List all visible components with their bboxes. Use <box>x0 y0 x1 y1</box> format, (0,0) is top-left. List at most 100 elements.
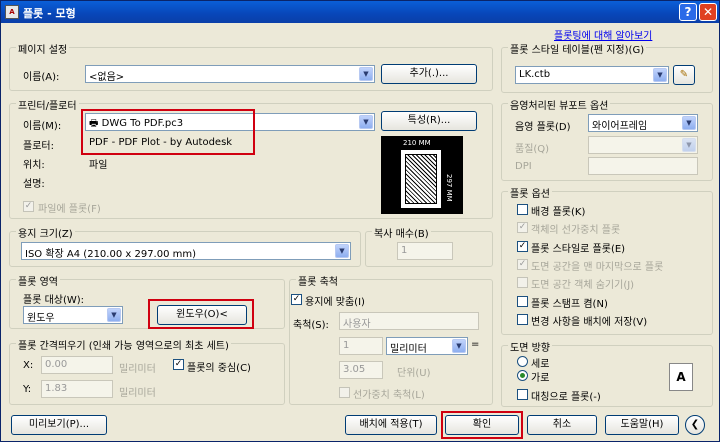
offset-x-unit: 밀리미터 <box>119 364 156 375</box>
portrait-radio[interactable] <box>517 356 528 367</box>
dialog-title: 플롯 - 모형 <box>23 7 76 20</box>
plot-style-value: LK.ctb <box>519 69 551 80</box>
offset-y-value: 1.83 <box>45 383 68 394</box>
scale-value-1[interactable]: 1 <box>339 337 383 355</box>
offset-x-input[interactable]: 0.00 <box>41 356 113 374</box>
plot-option-label: 플롯 스탬프 켬(N) <box>531 298 608 310</box>
location-label: 위치: <box>23 160 45 171</box>
cancel-button[interactable]: 취소 <box>527 415 597 435</box>
plot-option-checkbox[interactable] <box>517 313 528 325</box>
copies-title: 복사 매수(B) <box>372 225 431 240</box>
paper-size-select[interactable]: ISO 확장 A4 (210.00 x 297.00 mm) ▼ <box>21 242 351 260</box>
paper-size-value: ISO 확장 A4 (210.00 x 297.00 mm) <box>25 249 197 260</box>
orientation-title: 도면 방향 <box>508 339 552 354</box>
plot-style-title: 플롯 스타일 테이블(펜 지정)(G) <box>508 41 647 56</box>
collapse-button[interactable]: ❮ <box>685 415 705 435</box>
offset-x-label: X: <box>23 360 34 371</box>
title-bar: A 플롯 - 모형 ? ✕ <box>1 1 719 23</box>
collapse-arrow-icon: ❮ <box>690 419 700 430</box>
printer-name-label: 이름(M): <box>23 121 62 132</box>
preview-height: 297 MM <box>445 174 453 202</box>
dpi-input[interactable] <box>588 157 698 175</box>
preview-button[interactable]: 미리보기(P)... <box>11 415 107 435</box>
highlight-window <box>148 299 254 329</box>
chevron-down-icon: ▼ <box>359 115 373 129</box>
autocad-app-icon: A <box>5 5 19 19</box>
plot-to-file-checkbox[interactable]: ✓ <box>23 201 34 212</box>
scale-unit-value: 밀리미터 <box>390 344 427 355</box>
plot-option-checkbox[interactable] <box>517 295 528 307</box>
plot-option-checkbox[interactable]: ✓ <box>517 258 528 270</box>
plot-option-checkbox[interactable] <box>517 277 528 289</box>
paper-sheet <box>401 150 441 208</box>
fit-to-paper-checkbox[interactable]: ✓ <box>291 294 302 305</box>
edit-plot-style-button[interactable]: ✎ <box>673 65 695 85</box>
help-icon[interactable]: ? <box>679 3 697 21</box>
upside-down-label: 대칭으로 플롯(-) <box>531 392 601 403</box>
plot-area-title: 플롯 영역 <box>16 273 60 288</box>
landscape-radio[interactable] <box>517 370 528 381</box>
scale-lineweights-label: 선가중치 축척(L) <box>353 390 425 401</box>
plot-offset-title: 플롯 간격띄우기 (인쇄 가능 영역으로의 최초 세트) <box>16 337 231 352</box>
close-icon[interactable]: ✕ <box>699 3 717 21</box>
plot-option-label: 객체의 선가중치 플롯 <box>531 225 621 237</box>
offset-y-label: Y: <box>23 384 32 395</box>
scale-unit2-label: 단위(U) <box>397 368 431 379</box>
landscape-label: 가로 <box>531 373 550 384</box>
paper-preview: 210 MM 297 MM <box>381 136 463 214</box>
page-setup-title: 페이지 설정 <box>16 41 70 56</box>
chevron-down-icon: ▼ <box>335 244 349 258</box>
plot-option-label: 도면 공간 객체 숨기기(J) <box>531 280 635 292</box>
plot-scale-title: 플롯 축척 <box>296 273 340 288</box>
quality-select[interactable]: ▼ <box>588 136 698 154</box>
apply-to-layout-button[interactable]: 배치에 적용(T) <box>345 415 437 435</box>
chevron-down-icon: ▼ <box>682 116 696 130</box>
help-link[interactable]: 플롯팅에 대해 알아보기 <box>554 27 652 42</box>
shade-plot-label: 음영 플롯(D) <box>515 122 571 133</box>
description-label: 설명: <box>23 179 45 190</box>
shade-plot-value: 와이어프레임 <box>592 121 648 132</box>
plot-option-label: 변경 사항을 배치에 저장(V) <box>531 316 648 328</box>
plot-option-label: 배경 플롯(K) <box>531 207 586 218</box>
scale-select[interactable]: 사용자 <box>339 312 479 330</box>
upside-down-checkbox[interactable] <box>517 389 528 400</box>
preview-width: 210 MM <box>403 139 431 147</box>
portrait-label: 세로 <box>531 359 550 370</box>
scale-value: 사용자 <box>343 319 371 330</box>
plot-option-label: 플롯 스타일로 플롯(E) <box>531 243 626 255</box>
location-value: 파일 <box>89 160 108 171</box>
offset-y-input[interactable]: 1.83 <box>41 380 113 398</box>
plot-dialog: A 플롯 - 모형 ? ✕ 플롯팅에 대해 알아보기 페이지 설정 이름(A):… <box>0 0 720 442</box>
help-button[interactable]: 도움말(H) <box>605 415 679 435</box>
center-plot-checkbox[interactable]: ✓ <box>173 359 184 370</box>
chevron-down-icon: ▼ <box>452 339 466 353</box>
shaded-viewport-title: 음영처리된 뷰포트 옵션 <box>508 97 611 112</box>
scale-lineweights-checkbox[interactable] <box>339 387 350 398</box>
orientation-preview-icon: A <box>669 363 693 391</box>
printer-title: 프린터/플로터 <box>16 97 79 112</box>
paper-size-title: 용지 크기(Z) <box>16 225 75 240</box>
equals-sign: = <box>471 339 480 350</box>
add-page-setup-button[interactable]: 추가(.)... <box>381 64 477 84</box>
scale-unit-select[interactable]: 밀리미터 ▼ <box>386 337 468 355</box>
chevron-down-icon: ▼ <box>107 308 121 322</box>
plot-options-title: 플롯 옵션 <box>508 185 552 200</box>
shade-plot-select[interactable]: 와이어프레임 ▼ <box>588 114 698 132</box>
plot-target-value: 윈도우 <box>27 313 55 324</box>
copies-value: 1 <box>401 245 408 256</box>
plot-option-checkbox[interactable]: ✓ <box>517 222 528 234</box>
plot-option-checkbox[interactable] <box>517 204 528 215</box>
pen-icon: ✎ <box>679 69 689 80</box>
page-setup-select[interactable]: <없음> ▼ <box>85 65 375 83</box>
printer-properties-button[interactable]: 특성(R)... <box>381 111 477 131</box>
plot-option-checkbox[interactable]: ✓ <box>517 240 528 252</box>
scale-v1: 1 <box>343 340 350 351</box>
fit-to-paper-label: 용지에 맞춤(I) <box>305 297 365 308</box>
printable-area <box>405 154 437 204</box>
scale-label: 축척(S): <box>293 320 329 331</box>
plot-target-select[interactable]: 윈도우 ▼ <box>23 306 123 324</box>
copies-input[interactable]: 1 <box>397 242 453 260</box>
plot-style-select[interactable]: LK.ctb ▼ <box>515 66 669 84</box>
scale-value-2[interactable]: 3.05 <box>339 361 383 379</box>
scale-v2: 3.05 <box>343 364 366 375</box>
